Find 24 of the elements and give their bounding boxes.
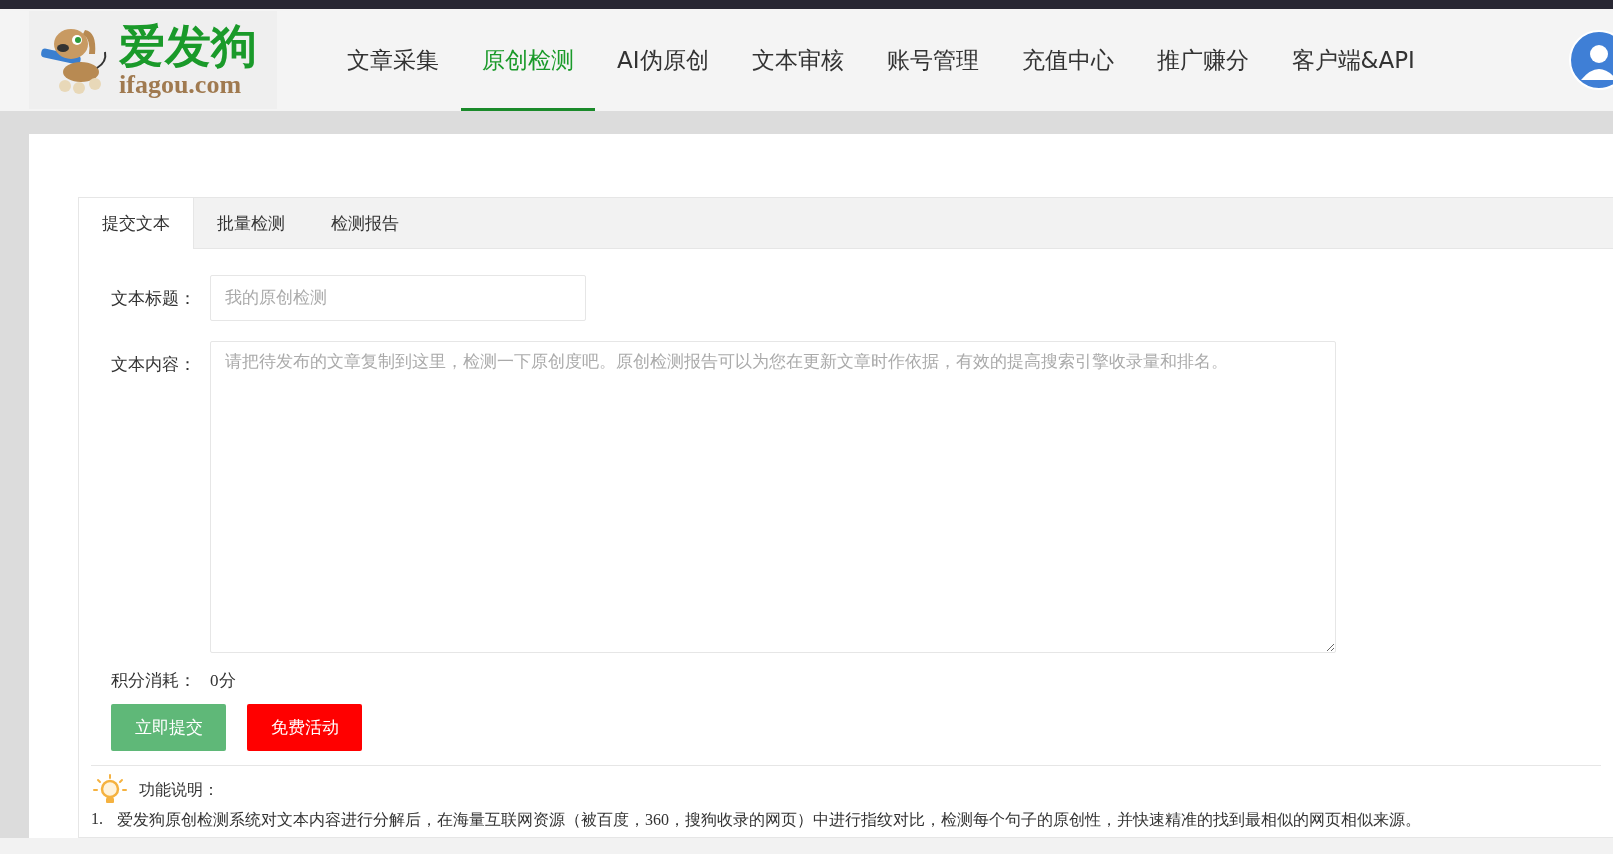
logo-name: 爱发狗 [119, 21, 257, 71]
nav-link[interactable]: 推广赚分 [1135, 12, 1270, 111]
title-input-field[interactable]: 我的原创检测 [210, 275, 586, 321]
lightbulb-icon [93, 774, 127, 806]
nav-link[interactable]: AI伪原创 [596, 12, 730, 111]
promo-button[interactable]: 免费活动 [247, 704, 362, 751]
tab[interactable]: 检测报告 [308, 198, 422, 249]
nav-link[interactable]: 文本审核 [730, 12, 865, 111]
tab[interactable]: 提交文本 [79, 198, 194, 249]
nav-link[interactable]: 客户端&API [1270, 12, 1436, 111]
cost-value: 0分 [210, 670, 236, 692]
field-label: 积分消耗： [111, 670, 197, 692]
help-title: 功能说明： [139, 779, 219, 800]
nav-link[interactable]: 文章采集 [326, 12, 460, 111]
content-textarea-field[interactable]: 请把待发布的文章复制到这里，检测一下原创度吧。原创检测报告可以为您在更新文章时作依据，有效的提高搜索引擎收录量和排名。 [210, 341, 1336, 653]
field-label: 文本内容： [111, 354, 197, 376]
user-avatar-icon[interactable] [1569, 30, 1613, 90]
nav-link[interactable]: 充值中心 [1000, 12, 1135, 111]
nav-link[interactable]: 账号管理 [865, 12, 1000, 111]
help-text: 爱发狗原创检测系统对文本内容进行分解后，在海量互联网资源（被百度，360，搜狗收录的网页）中进行指纹对比，检测每个句子的原创性，并快速精准的找到最相似的网页相似来源。 [117, 810, 1421, 830]
field-label: 文本标题： [111, 287, 197, 310]
tab[interactable]: 批量检测 [194, 198, 308, 249]
list-number: 1. [91, 810, 103, 829]
logo-domain: ifagou.com [119, 71, 242, 99]
